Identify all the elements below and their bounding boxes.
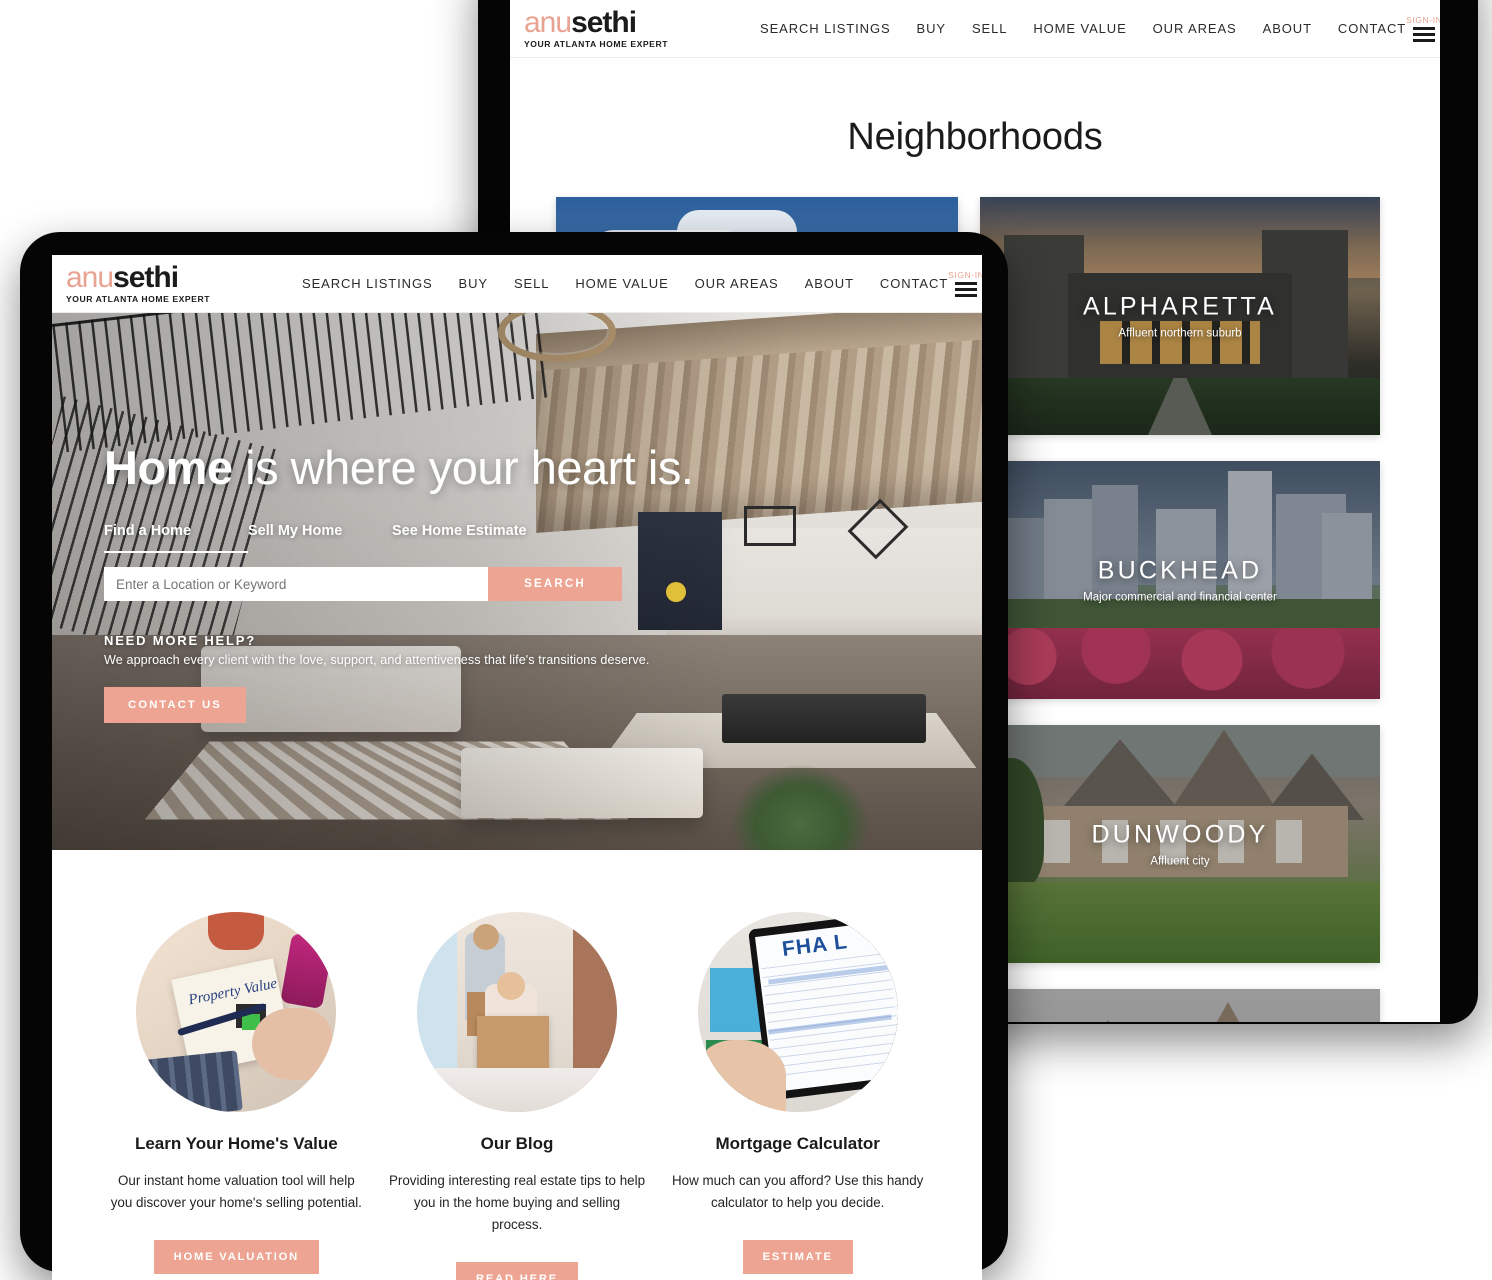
main-nav: SEARCH LISTINGS BUY SELL HOME VALUE OUR … bbox=[760, 21, 1406, 36]
calculator-shape bbox=[136, 1050, 244, 1112]
feature-description: Our instant home valuation tool will hel… bbox=[110, 1173, 362, 1210]
hero-content: Home is where your heart is. Find a Home… bbox=[104, 441, 744, 723]
cardboard-box-shape bbox=[477, 1016, 549, 1076]
read-here-button[interactable]: READ HERE bbox=[455, 1262, 579, 1280]
feature-title: Mortgage Calculator bbox=[715, 1134, 880, 1153]
feature-card-mortgage-calculator: FHA L Mortgage Calculator How much can y… bbox=[657, 912, 938, 1280]
logo[interactable]: anusethi YOUR ATLANTA HOME EXPERT bbox=[66, 263, 218, 305]
nav-item-about[interactable]: ABOUT bbox=[805, 276, 854, 291]
neighborhood-subtitle: Affluent city bbox=[1150, 855, 1210, 868]
hamburger-icon[interactable] bbox=[955, 282, 978, 297]
nav-item-sell[interactable]: SELL bbox=[514, 276, 549, 291]
neighborhood-subtitle: Major commercial and financial center bbox=[1083, 591, 1277, 604]
family-moving-boxes-photo[interactable] bbox=[417, 912, 617, 1112]
features-section: Property Value Learn Your Home's Value O… bbox=[52, 850, 982, 1280]
pink-mug-shape bbox=[280, 932, 335, 1010]
contact-us-button[interactable]: CONTACT US bbox=[104, 687, 246, 723]
neighborhood-card-dunwoody[interactable]: DUNWOODY Affluent city bbox=[980, 725, 1380, 963]
front-site-header: anusethi YOUR ATLANTA HOME EXPERT SEARCH… bbox=[52, 255, 982, 313]
neighborhoods-right-column: ALPHARETTA Affluent northern suburb BUCK… bbox=[980, 197, 1380, 1022]
nav-item-search-listings[interactable]: SEARCH LISTINGS bbox=[302, 276, 433, 291]
feature-card-blog: Our Blog Providing interesting real esta… bbox=[377, 912, 658, 1280]
nav-item-search-listings[interactable]: SEARCH LISTINGS bbox=[760, 21, 891, 36]
main-nav: SEARCH LISTINGS BUY SELL HOME VALUE OUR … bbox=[302, 276, 948, 291]
sign-in-link[interactable]: SIGN-IN bbox=[948, 270, 982, 280]
neighborhood-name: ALPHARETTA bbox=[1082, 292, 1278, 321]
neighborhood-label: BUCKHEAD Major commercial and financial … bbox=[980, 557, 1380, 604]
header-right-group: SIGN-IN bbox=[948, 270, 982, 297]
hero-tab-see-home-estimate[interactable]: See Home Estimate bbox=[392, 523, 536, 553]
nav-item-about[interactable]: ABOUT bbox=[1263, 21, 1312, 36]
sign-in-link[interactable]: SIGN-IN bbox=[1406, 15, 1440, 25]
coffee-cup-shape bbox=[208, 912, 265, 950]
logo-sethi-text: sethi bbox=[113, 261, 179, 294]
neighborhood-card-alpharetta[interactable]: ALPHARETTA Affluent northern suburb bbox=[980, 197, 1380, 435]
logo-sethi-text: sethi bbox=[571, 6, 637, 39]
nav-item-home-value[interactable]: HOME VALUE bbox=[575, 276, 668, 291]
feature-description: How much can you afford? Use this handy … bbox=[672, 1173, 924, 1210]
hero-section: Home is where your heart is. Find a Home… bbox=[52, 313, 982, 850]
neighborhoods-heading: Neighborhoods bbox=[847, 116, 1103, 158]
screenshot-stage: anusethi YOUR ATLANTA HOME EXPERT SEARCH… bbox=[0, 0, 1492, 1280]
roof-shape bbox=[1156, 1002, 1300, 1022]
home-valuation-button[interactable]: HOME VALUATION bbox=[153, 1240, 320, 1274]
hero-title: Home is where your heart is. bbox=[104, 441, 744, 495]
need-more-help-heading: NEED MORE HELP? bbox=[104, 633, 256, 648]
logo-anu-text: anu bbox=[524, 6, 572, 39]
feature-description: Providing interesting real estate tips t… bbox=[388, 1173, 646, 1232]
hero-search-row: SEARCH bbox=[104, 567, 622, 601]
front-device-screen: anusethi YOUR ATLANTA HOME EXPERT SEARCH… bbox=[52, 255, 982, 1280]
logo[interactable]: anusethi YOUR ATLANTA HOME EXPERT bbox=[524, 8, 676, 50]
neighborhood-subtitle: Affluent northern suburb bbox=[1118, 327, 1242, 340]
neighborhood-name: BUCKHEAD bbox=[1097, 556, 1263, 585]
logo-tagline: YOUR ATLANTA HOME EXPERT bbox=[66, 294, 211, 304]
property-value-notepad-photo[interactable]: Property Value bbox=[136, 912, 337, 1112]
search-input[interactable] bbox=[104, 567, 488, 601]
hamburger-icon[interactable] bbox=[1413, 27, 1436, 42]
back-site-header: anusethi YOUR ATLANTA HOME EXPERT SEARCH… bbox=[510, 0, 1440, 58]
hand-shape bbox=[252, 1008, 333, 1080]
neighborhood-label: ALPHARETTA Affluent northern suburb bbox=[980, 293, 1380, 340]
fha-loan-tablet-photo[interactable]: FHA L bbox=[697, 912, 898, 1112]
search-button[interactable]: SEARCH bbox=[488, 567, 622, 601]
neighborhood-card-partial-bottom[interactable] bbox=[980, 989, 1380, 1022]
nav-item-home-value[interactable]: HOME VALUE bbox=[1033, 21, 1126, 36]
nav-item-sell[interactable]: SELL bbox=[972, 21, 1007, 36]
floor-shape bbox=[417, 1068, 617, 1112]
nav-item-our-areas[interactable]: OUR AREAS bbox=[1153, 21, 1237, 36]
logo-wordmark: anusethi bbox=[524, 8, 676, 38]
nav-item-buy[interactable]: BUY bbox=[459, 276, 488, 291]
hero-tab-find-a-home[interactable]: Find a Home bbox=[104, 523, 248, 553]
logo-wordmark: anusethi bbox=[66, 263, 218, 293]
neighborhood-card-buckhead[interactable]: BUCKHEAD Major commercial and financial … bbox=[980, 461, 1380, 699]
feature-title: Our Blog bbox=[480, 1134, 554, 1153]
feature-title: Learn Your Home's Value bbox=[134, 1134, 338, 1153]
need-more-help-text: We approach every client with the love, … bbox=[104, 653, 650, 667]
neighborhood-name: DUNWOODY bbox=[1091, 820, 1269, 849]
nav-item-contact[interactable]: CONTACT bbox=[880, 276, 948, 291]
nav-item-contact[interactable]: CONTACT bbox=[1338, 21, 1406, 36]
hero-tabs: Find a Home Sell My Home See Home Estima… bbox=[104, 523, 744, 553]
hand-shape bbox=[697, 1040, 786, 1112]
adult-head-shape bbox=[473, 924, 499, 950]
hero-tab-sell-my-home[interactable]: Sell My Home bbox=[248, 523, 392, 553]
child-head-shape bbox=[497, 972, 525, 1000]
hero-title-rest: is where your heart is. bbox=[232, 441, 694, 494]
feature-card-home-value: Property Value Learn Your Home's Value O… bbox=[96, 912, 377, 1280]
nav-item-buy[interactable]: BUY bbox=[917, 21, 946, 36]
logo-anu-text: anu bbox=[66, 261, 114, 294]
header-right-group: SIGN-IN bbox=[1406, 15, 1440, 42]
neighborhood-label: DUNWOODY Affluent city bbox=[980, 821, 1380, 868]
nav-item-our-areas[interactable]: OUR AREAS bbox=[695, 276, 779, 291]
estimate-button[interactable]: ESTIMATE bbox=[742, 1240, 853, 1274]
logo-tagline: YOUR ATLANTA HOME EXPERT bbox=[524, 39, 669, 49]
roof-shape bbox=[1028, 1020, 1188, 1022]
hero-title-bold: Home bbox=[104, 441, 233, 494]
